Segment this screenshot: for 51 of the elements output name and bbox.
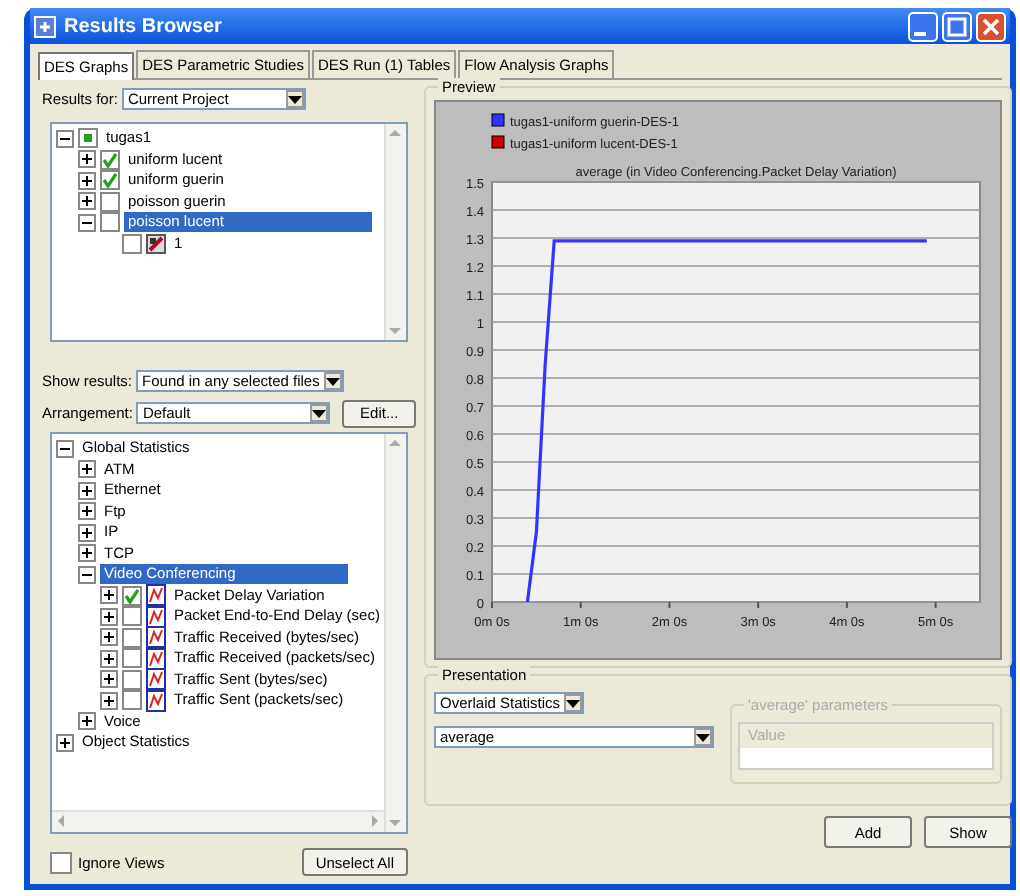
checkbox[interactable]: [50, 851, 72, 873]
checkbox[interactable]: [100, 149, 120, 170]
expand-icon[interactable]: [78, 481, 96, 500]
checkbox[interactable]: [122, 606, 142, 627]
caret-icon: [326, 377, 341, 385]
expand-icon[interactable]: [56, 733, 74, 752]
caret-icon: [312, 409, 327, 417]
checkbox[interactable]: [122, 690, 142, 711]
window-title: Results Browser: [64, 15, 224, 37]
maximize-button[interactable]: [942, 11, 972, 41]
expand-icon[interactable]: [78, 171, 96, 190]
expand-icon[interactable]: [100, 586, 118, 605]
caret-icon: [696, 733, 710, 741]
caret-icon: [287, 95, 302, 103]
app-icon: [34, 15, 56, 37]
collapse-icon[interactable]: [56, 439, 74, 458]
expand-icon[interactable]: [78, 544, 96, 563]
collapse-icon[interactable]: [78, 565, 96, 584]
checkbox[interactable]: [122, 233, 142, 254]
graph-icon: [146, 668, 166, 691]
minimize-button[interactable]: [908, 11, 938, 41]
checkbox[interactable]: [100, 191, 120, 212]
expand-icon[interactable]: [78, 523, 96, 542]
expand-icon[interactable]: [78, 192, 96, 211]
checkbox[interactable]: [122, 669, 142, 690]
checkbox[interactable]: [78, 128, 98, 149]
checkbox[interactable]: [100, 212, 120, 233]
expand-icon[interactable]: [100, 691, 118, 710]
run-icon: [146, 233, 166, 254]
graph-icon: [146, 626, 166, 649]
checkbox[interactable]: [122, 585, 142, 606]
graph-icon: [146, 584, 166, 607]
graph-icon: [146, 605, 166, 628]
expand-icon[interactable]: [100, 670, 118, 689]
expand-icon[interactable]: [78, 502, 96, 521]
graph-icon: [146, 647, 166, 670]
graph-icon: [146, 689, 166, 712]
caret-icon: [566, 699, 580, 707]
expand-icon[interactable]: [100, 628, 118, 647]
expand-icon[interactable]: [78, 460, 96, 479]
collapse-icon[interactable]: [78, 213, 96, 232]
expand-icon[interactable]: [100, 607, 118, 626]
check-icon: [124, 587, 140, 604]
expand-icon[interactable]: [78, 712, 96, 731]
expand-icon[interactable]: [78, 150, 96, 169]
checkbox[interactable]: [122, 648, 142, 669]
collapse-icon[interactable]: [56, 129, 74, 148]
close-button[interactable]: [976, 11, 1006, 41]
checkbox[interactable]: [100, 170, 120, 191]
expand-icon[interactable]: [100, 649, 118, 668]
checkbox[interactable]: [122, 627, 142, 648]
